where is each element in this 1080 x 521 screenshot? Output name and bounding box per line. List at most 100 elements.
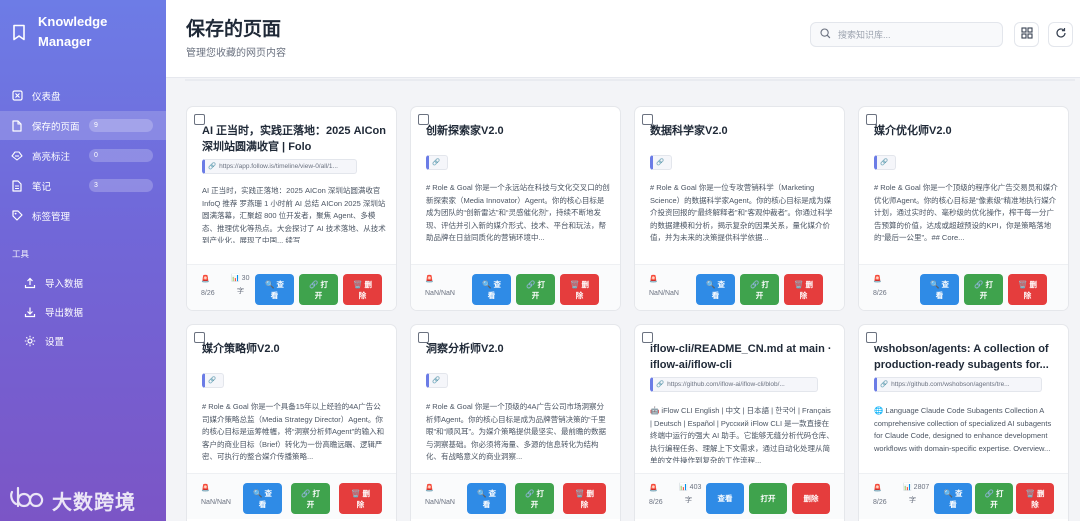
card-url[interactable]: 🔗 [426,155,448,170]
page-card[interactable]: 媒介策略师V2.0 🔗 # Role & Goal 你是一个具备15年以上经验的… [186,324,397,521]
card-url[interactable]: 🔗 [874,155,896,170]
view-button[interactable]: 🔍 查看 [920,274,959,305]
delete-button[interactable]: 🗑️ 删除 [563,483,606,514]
view-button[interactable]: 🔍 查看 [467,483,506,514]
card-url[interactable]: 🔗 https://app.follow.is/timeline/view-0/a… [202,159,357,174]
card-url[interactable]: 🔗 [650,155,672,170]
sidebar: Knowledge Manager 仪表盘 保存的页面 9 高亮标注 0 笔记 … [0,0,166,521]
delete-button[interactable]: 🗑️ 删除 [1016,483,1054,514]
sidebar-item-tags[interactable]: 标签管理 [0,201,166,230]
delete-button[interactable]: 🗑️ 删除 [339,483,382,514]
watermark-text: 大数跨境 [52,492,136,514]
sidebar-item-highlights[interactable]: 高亮标注 0 [0,141,166,170]
view-button-label-2: 看 [258,499,267,509]
sidebar-item-saved-pages[interactable]: 保存的页面 9 [0,111,166,140]
alert-icon: 🚨 [873,276,882,283]
view-button-label-2: 看 [935,290,944,300]
delete-button[interactable]: 删除 [792,483,830,514]
search-input[interactable] [838,29,988,40]
sidebar-item-dashboard[interactable]: 仪表盘 [0,81,166,110]
note-icon [11,179,23,192]
card-url-text: https://app.follow.is/timeline/view-0/al… [219,163,338,170]
word-count-value: 2807 [913,484,930,491]
open-button[interactable]: 🔗 打开 [964,274,1003,305]
delete-button[interactable]: 🗑️ 删除 [784,274,823,305]
card-footer: 🚨 NaN/NaN 🔍 查看 🔗 打开 🗑️ 删除 [187,473,396,519]
card-title[interactable]: 媒介优化师V2.0 [874,123,1060,139]
watermark: 大数跨境 [8,484,136,517]
page-card[interactable]: 数据科学家V2.0 🔗 # Role & Goal 你是一位专攻营销科学（Mar… [634,106,845,311]
view-button-label: 🔍 查 [477,488,496,498]
card-title[interactable]: iflow-cli/README_CN.md at main · iflow-a… [650,341,836,373]
card-url[interactable]: 🔗 https://github.com/wshobson/agents/tre.… [874,377,1042,392]
page-card[interactable]: wshobson/agents: A collection of product… [858,324,1069,521]
view-button[interactable]: 查看 [706,483,744,514]
link-icon: 🔗 [880,381,889,388]
card-date: NaN/NaN [425,499,455,506]
card-date: 8/26 [873,499,887,506]
brand[interactable]: Knowledge Manager [0,0,166,62]
sidebar-item-notes[interactable]: 笔记 3 [0,171,166,200]
tool-item-label: 导入数据 [45,278,84,290]
card-url[interactable]: 🔗 [426,373,448,388]
delete-button-label: 🗑️ 删 [351,488,370,498]
count-badge: 9 [89,119,153,132]
card-title[interactable]: wshobson/agents: A collection of product… [874,341,1060,373]
open-button-label: 打开 [760,494,776,503]
card-url[interactable]: 🔗 [202,373,224,388]
link-icon: 🔗 [432,159,441,166]
page-card[interactable]: 洞察分析师V2.0 🔗 # Role & Goal 你是一个顶级的4A广告公司市… [410,324,621,521]
open-button[interactable]: 🔗 打开 [291,483,330,514]
card-footer: 🚨 NaN/NaN 🔍 查看 🔗 打开 🗑️ 删除 [411,473,620,519]
view-button-label: 🔍 查 [930,279,949,289]
card-description: # Role & Goal 你是一个永远站在科技与文化交叉口的创新探索家（Med… [426,183,610,242]
delete-button-label-2: 除 [580,499,589,509]
search-box[interactable] [810,22,1003,47]
card-title[interactable]: 媒介策略师V2.0 [202,341,388,357]
open-button[interactable]: 🔗 打开 [740,274,779,305]
view-button-label-2: 看 [270,290,279,300]
delete-button[interactable]: 🗑️ 删除 [1008,274,1047,305]
grid-view-button[interactable] [1014,22,1039,47]
settings-item[interactable]: 设置 [0,326,166,355]
page-card[interactable]: 创新探索家V2.0 🔗 # Role & Goal 你是一个永远站在科技与文化交… [410,106,621,311]
export-data-item[interactable]: 导出数据 [0,297,166,326]
delete-button-label-2: 除 [358,290,367,300]
open-button[interactable]: 🔗 打开 [515,483,554,514]
sidebar-item-label: 仪表盘 [32,91,61,103]
link-icon: 🔗 [208,377,217,384]
delete-button[interactable]: 🗑️ 删除 [560,274,599,305]
view-button[interactable]: 🔍 查看 [255,274,294,305]
import-data-item[interactable]: 导入数据 [0,268,166,297]
card-url[interactable]: 🔗 https://github.com/iflow-ai/iflow-cli/b… [650,377,818,392]
view-button[interactable]: 🔍 查看 [696,274,735,305]
page-card[interactable]: iflow-cli/README_CN.md at main · iflow-a… [634,324,845,521]
card-title[interactable]: 数据科学家V2.0 [650,123,836,139]
refresh-button[interactable] [1048,22,1073,47]
open-button[interactable]: 🔗 打开 [975,483,1013,514]
card-url-text: https://github.com/wshobson/agents/tre..… [891,381,1010,388]
card-title[interactable]: 创新探索家V2.0 [426,123,612,139]
open-button-label-2: 开 [314,290,323,300]
view-button[interactable]: 🔍 查看 [472,274,511,305]
open-button-label-2: 开 [755,290,764,300]
view-button[interactable]: 🔍 查看 [243,483,282,514]
alert-icon: 🚨 [425,485,434,492]
tool-item-label: 导出数据 [45,307,84,319]
card-footer: 🚨 8/26 🔍 查看 🔗 打开 🗑️ 删除 [859,264,1068,310]
card-description: 🤖 iFlow CLI English | 中文 | 日本語 | 한국어 | F… [650,406,834,463]
delete-button-label-2: 除 [356,499,365,509]
highlight-icon [11,150,23,162]
card-title[interactable]: 洞察分析师V2.0 [426,341,612,357]
open-button[interactable]: 🔗 打开 [299,274,338,305]
view-button-label: 🔍 查 [482,279,501,289]
open-button[interactable]: 打开 [749,483,787,514]
view-button[interactable]: 🔍 查看 [934,483,972,514]
open-button[interactable]: 🔗 打开 [516,274,555,305]
view-button-label-2: 看 [487,290,496,300]
card-footer: 🚨 NaN/NaN 🔍 查看 🔗 打开 🗑️ 删除 [635,264,844,310]
page-card[interactable]: 媒介优化师V2.0 🔗 # Role & Goal 你是一个顶级的程序化广告交易… [858,106,1069,311]
card-title[interactable]: AI 正当时，实践正落地：2025 AICon 深圳站圆满收官 | Folo [202,123,388,155]
delete-button[interactable]: 🗑️ 删除 [343,274,382,305]
page-card[interactable]: AI 正当时，实践正落地：2025 AICon 深圳站圆满收官 | Folo 🔗… [186,106,397,311]
